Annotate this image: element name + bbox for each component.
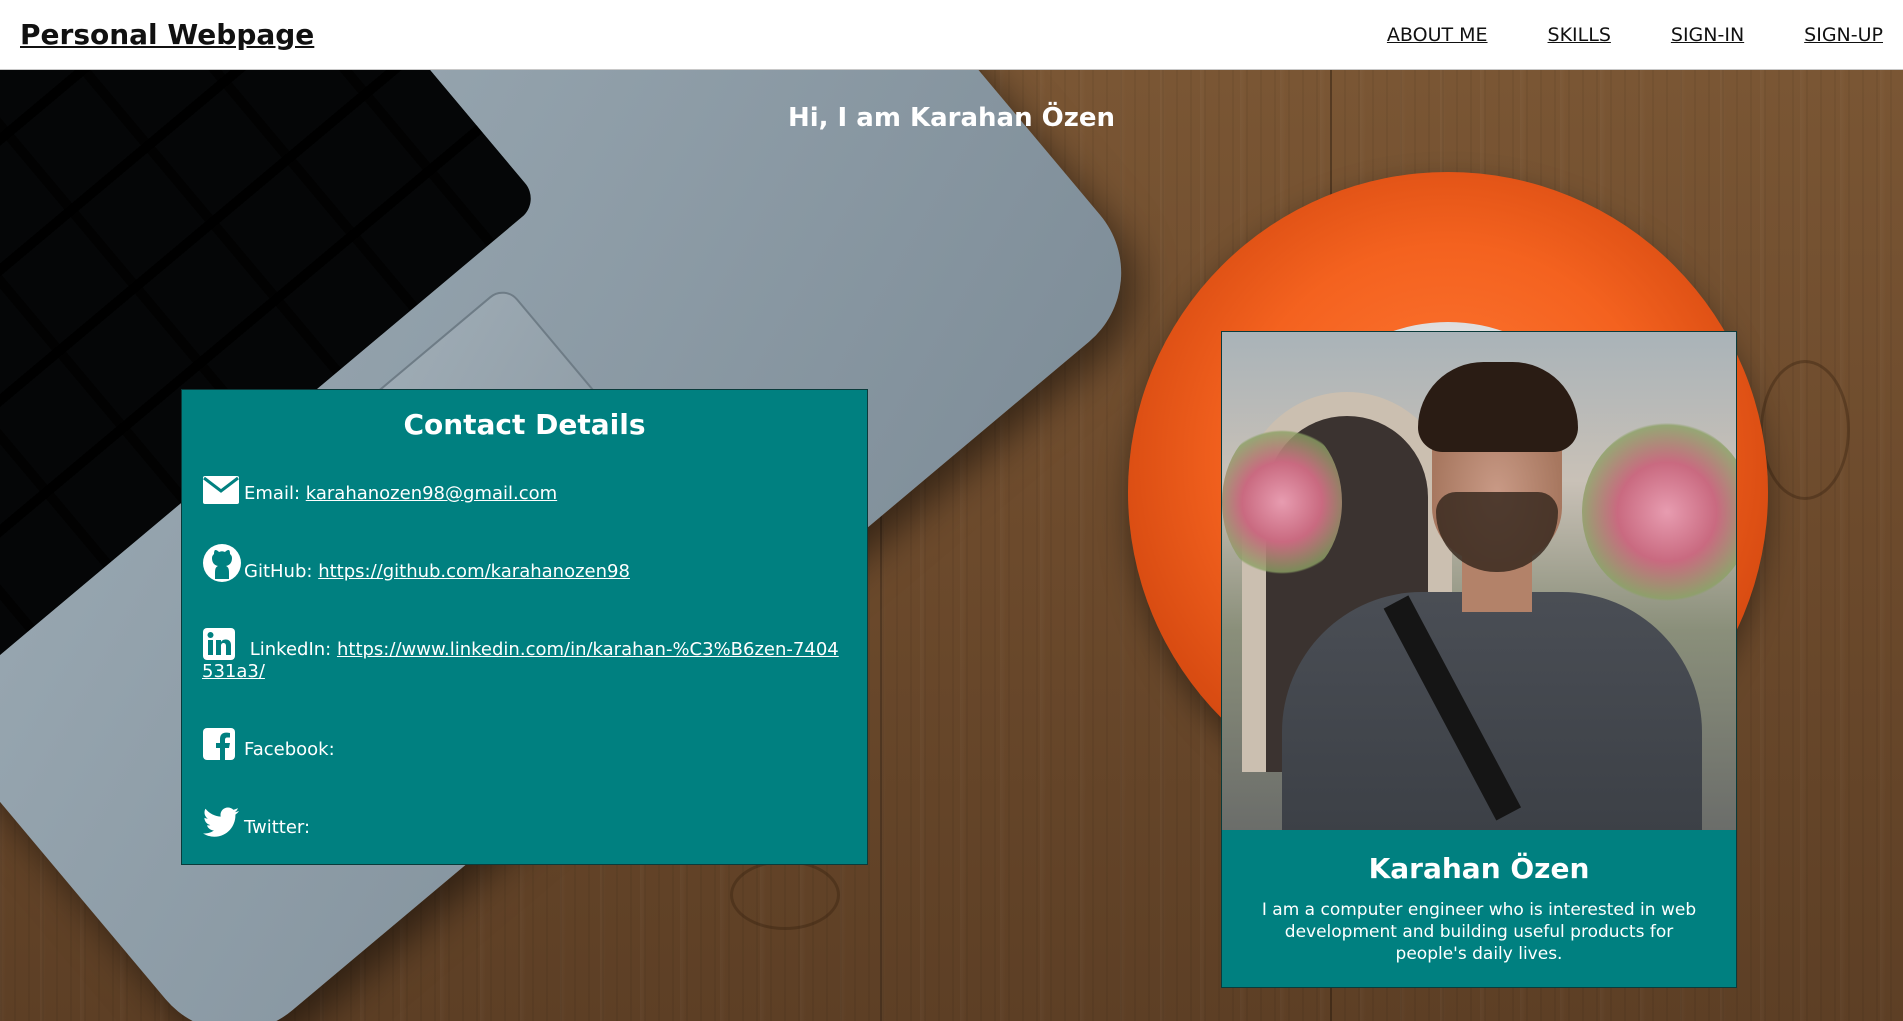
github-label: GitHub: [244,561,313,582]
mail-icon [202,467,244,505]
linkedin-icon [202,623,244,661]
contact-details-card: Contact Details Email: karahanozen98@gma… [181,389,868,865]
hero-greeting: Hi, I am Karahan Özen [787,103,1116,133]
twitter-icon [202,801,244,839]
photo-hair [1418,362,1578,452]
photo-flowers [1582,422,1736,602]
top-navbar: Personal Webpage ABOUT ME SKILLS SIGN-IN… [0,0,1903,70]
github-link[interactable]: https://github.com/karahanozen98 [318,561,630,583]
contact-twitter-row: Twitter: [202,801,847,839]
profile-card: Karahan Özen I am a computer engineer wh… [1221,331,1737,988]
profile-name: Karahan Özen [1368,852,1590,885]
nav-skills[interactable]: SKILLS [1548,24,1611,46]
twitter-label: Twitter: [244,817,311,838]
profile-bio: I am a computer engineer who is interest… [1261,900,1697,964]
wood-knot [1760,360,1850,500]
facebook-icon [202,723,244,761]
facebook-label: Facebook: [244,739,335,760]
profile-photo [1222,332,1736,830]
photo-flowers [1222,422,1342,582]
contact-email-row: Email: karahanozen98@gmail.com [202,467,847,505]
github-icon [202,544,244,583]
nav-about-me[interactable]: ABOUT ME [1387,24,1488,46]
brand-link[interactable]: Personal Webpage [20,18,314,51]
contact-facebook-row: Facebook: [202,723,847,761]
linkedin-label: LinkedIn: [249,639,332,660]
nav-sign-up[interactable]: SIGN-UP [1804,24,1883,46]
email-label: Email: [244,483,301,504]
wood-knot [730,860,840,930]
contact-title: Contact Details [403,408,646,441]
email-link[interactable]: karahanozen98@gmail.com [306,483,557,505]
contact-github-row: GitHub: https://github.com/karahanozen98 [202,544,847,583]
photo-beard [1436,492,1558,572]
main-nav: ABOUT ME SKILLS SIGN-IN SIGN-UP [1387,24,1883,46]
nav-sign-in[interactable]: SIGN-IN [1671,24,1744,46]
contact-linkedin-row: LinkedIn: https://www.linkedin.com/in/ka… [202,623,847,683]
